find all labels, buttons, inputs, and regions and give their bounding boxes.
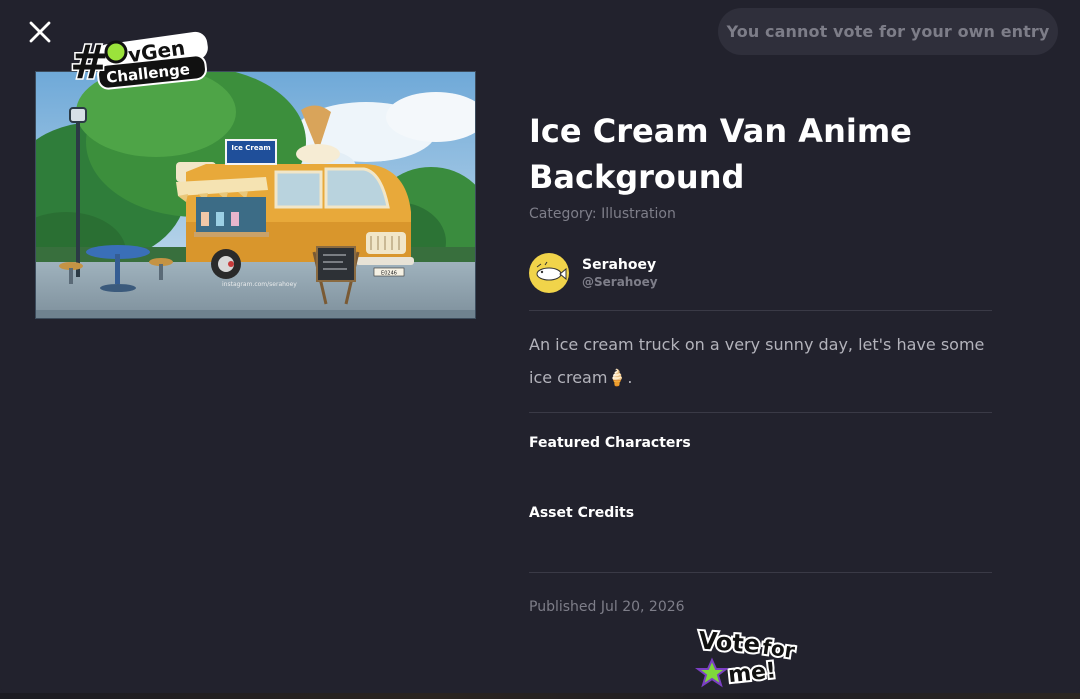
entry-category: Category: Illustration (529, 206, 676, 222)
featured-characters-heading: Featured Characters (529, 435, 691, 451)
vote-button[interactable]: You cannot vote for your own entry (718, 8, 1058, 55)
divider (529, 412, 992, 413)
author-name[interactable]: Serahoey (582, 256, 658, 274)
entry-description: An ice cream truck on a very sunny day, … (529, 335, 985, 387)
artwork-watermark: instagram.com/serahoey (222, 281, 297, 288)
svg-text:me!: me! (727, 658, 777, 688)
close-button[interactable] (22, 14, 58, 50)
divider (529, 572, 992, 573)
svg-text:Vote: Vote (698, 626, 761, 658)
close-icon (29, 21, 51, 43)
entry-artwork: E0246 Ice Cream instagram.com/serahoey (35, 71, 476, 319)
svg-text:#: # (70, 35, 109, 89)
fish-avatar-icon (536, 261, 567, 281)
asset-credits-heading: Asset Credits (529, 505, 635, 521)
avatar[interactable] (529, 253, 569, 293)
challenge-badge: # vGen Challenge (69, 31, 208, 91)
page-title: Ice Cream Van Anime Background (529, 112, 912, 196)
author-handle: @Serahoey (582, 275, 658, 289)
background-page-strip (0, 693, 1080, 699)
entry-modal: You cannot vote for your own entry E0246… (0, 0, 1080, 693)
divider (529, 310, 992, 311)
license-plate-text: E0246 (381, 271, 397, 277)
vote-for-me-sticker: Vote for me! (695, 624, 798, 690)
star-icon (695, 657, 729, 688)
author-info[interactable]: Serahoey @Serahoey (529, 253, 658, 293)
published-date: Published Jul 20, 2026 (529, 599, 685, 615)
ice-cream-sign-text: Ice Cream (231, 144, 270, 152)
